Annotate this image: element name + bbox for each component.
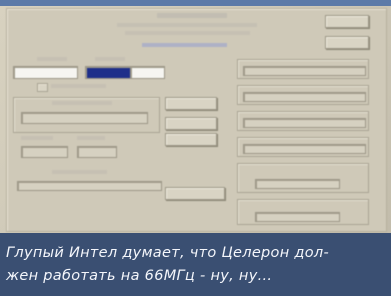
about-button[interactable]: [325, 36, 369, 49]
freq-label-1: [21, 136, 53, 140]
caption-line-2: жен работать на 66МГц - ну, ну...: [6, 268, 273, 284]
value-field-2[interactable]: [85, 66, 135, 79]
checkbox-label: [51, 84, 106, 88]
screenshot-photo: [0, 0, 391, 233]
dialog-window: [6, 8, 387, 232]
left-group-title: [52, 101, 112, 105]
freq-field-2[interactable]: [77, 146, 117, 158]
freq-label-2: [77, 136, 105, 140]
dialog-description: [117, 23, 257, 27]
caption-line-1: Глупый Интел думает, что Целерон дол-: [6, 245, 329, 261]
action-button-1[interactable]: [165, 97, 217, 110]
ok-button[interactable]: [325, 15, 369, 28]
progress-bar: [17, 181, 162, 191]
right-field-3[interactable]: [243, 118, 366, 128]
field-label-2: [95, 57, 125, 61]
action-button-3[interactable]: [165, 133, 217, 146]
progress-label: [52, 170, 107, 174]
field-label-1: [37, 57, 67, 61]
action-button-2[interactable]: [165, 117, 217, 130]
right-field-6[interactable]: [255, 212, 340, 222]
homepage-link[interactable]: [142, 43, 227, 47]
value-field-1[interactable]: [13, 66, 78, 79]
caption-panel: Глупый Интел думает, что Целерон дол- же…: [0, 233, 391, 296]
checkbox[interactable]: [37, 83, 48, 92]
value-field-3[interactable]: [130, 66, 165, 79]
right-field-5[interactable]: [255, 179, 340, 189]
left-group-field[interactable]: [21, 112, 148, 124]
right-field-1[interactable]: [243, 66, 366, 76]
right-field-2[interactable]: [243, 92, 366, 102]
window-top-bar: [0, 0, 391, 6]
right-field-4[interactable]: [243, 144, 366, 154]
action-button-4[interactable]: [165, 187, 225, 200]
dialog-description-2: [125, 31, 250, 35]
freq-field-1[interactable]: [21, 146, 68, 158]
dialog-heading: [157, 13, 227, 18]
